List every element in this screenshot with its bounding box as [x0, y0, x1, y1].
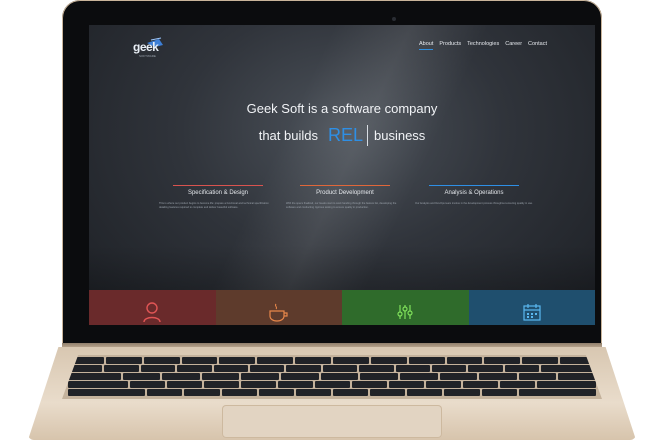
feature-accent-bar: [429, 185, 519, 186]
coffee-icon: [269, 303, 288, 322]
feature-product-development: Product Development With the specs final…: [286, 185, 404, 210]
calendar-icon: [523, 304, 541, 321]
hero-subline-post: business: [373, 128, 426, 143]
equalizer-icon: [397, 305, 413, 319]
logo-text[interactable]: geek: [133, 40, 159, 54]
feature-title: Product Development: [316, 190, 374, 196]
feature-title: Analysis & Operations: [444, 190, 504, 196]
rotating-word: REL: [324, 125, 368, 146]
tile-equalizer[interactable]: [342, 290, 469, 325]
nav-item-career[interactable]: Career: [505, 41, 522, 50]
feature-accent-bar: [173, 185, 263, 186]
service-tiles: [89, 290, 595, 325]
nav-item-technologies[interactable]: Technologies: [467, 41, 499, 50]
trackpad[interactable]: [222, 405, 442, 438]
tile-coffee[interactable]: [215, 290, 342, 325]
keyboard-row: [62, 365, 602, 372]
user-icon: [143, 302, 161, 322]
feature-title: Specification & Design: [187, 190, 249, 196]
keyboard-row: [62, 357, 602, 364]
nav-item-contact[interactable]: Contact: [528, 41, 547, 50]
hero-subline-pre: that builds: [258, 128, 318, 143]
hero-subline: that builds REL business: [89, 125, 595, 146]
keyboard-row: [62, 389, 602, 396]
nav-item-about[interactable]: About: [419, 41, 434, 50]
tile-calendar[interactable]: [468, 290, 595, 325]
logo-subtitle: SOFTWARE: [139, 54, 156, 58]
keyboard-row: [62, 373, 602, 380]
main-nav: About Products Technologies Career Conta…: [419, 41, 547, 50]
feature-specification-design: Specification & Design This is where our…: [159, 185, 277, 210]
website-screen: geek SOFTWARE About Products Technologie…: [89, 25, 595, 325]
feature-analysis-operations: Analysis & Operations Our Analysis and D…: [415, 185, 533, 206]
nav-item-products[interactable]: Products: [439, 41, 461, 50]
tile-user[interactable]: [89, 290, 216, 325]
camera-icon: [392, 17, 396, 21]
feature-text: Our Analysis and DevOps team involve in …: [415, 202, 533, 205]
keyboard[interactable]: [62, 355, 602, 399]
feature-text: With the specs finalized, our Geeks star…: [286, 202, 397, 209]
feature-text: This is where our product begins to beco…: [159, 202, 269, 209]
hero-headline: Geek Soft is a software company: [246, 101, 438, 116]
feature-accent-bar: [300, 185, 390, 186]
keyboard-row: [62, 381, 602, 388]
